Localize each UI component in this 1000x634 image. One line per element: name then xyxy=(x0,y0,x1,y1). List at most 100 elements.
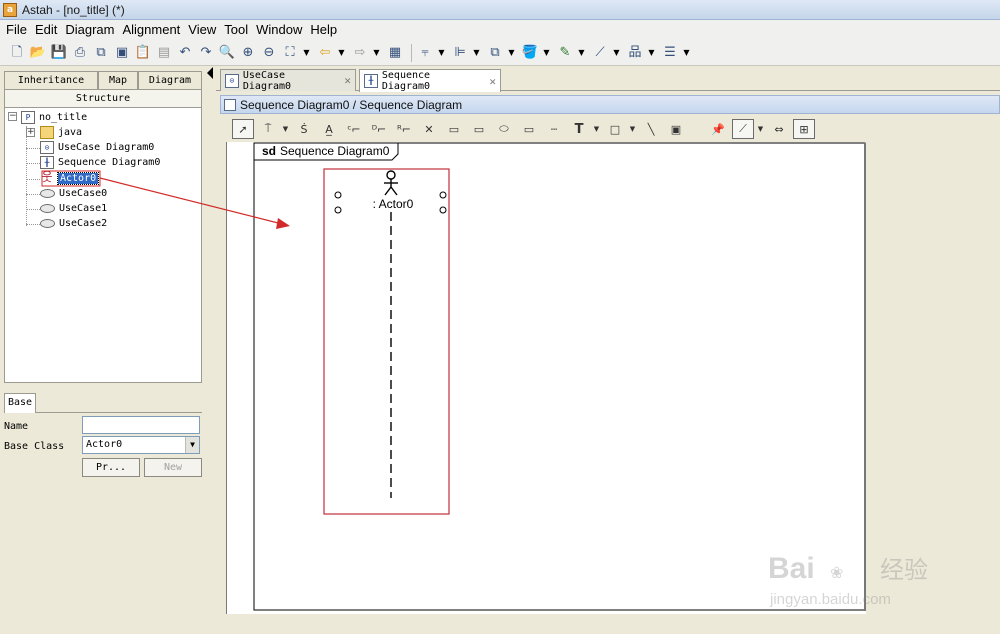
tree-node-usecase-diagram[interactable]: ⊙ UseCase Diagram0 xyxy=(40,140,154,155)
menu-view[interactable]: View xyxy=(184,20,220,40)
line-color-icon[interactable]: ✎ xyxy=(556,44,574,62)
chevron-down-icon[interactable]: ▼ xyxy=(647,44,656,62)
tab-label: UseCase Diagram0 xyxy=(242,69,292,92)
chevron-down-icon[interactable]: ▼ xyxy=(437,44,446,62)
zoom-in-icon[interactable]: ⊕ xyxy=(239,44,257,62)
chevron-down-icon[interactable]: ▼ xyxy=(472,44,481,62)
fragment-icon[interactable]: ▭ xyxy=(443,119,465,139)
menu-diagram[interactable]: Diagram xyxy=(61,20,118,40)
fill-color-icon[interactable]: 🪣 xyxy=(521,44,539,62)
project-icon: P xyxy=(21,111,35,124)
usecase-diagram-icon: ⊙ xyxy=(225,73,239,88)
lifeline-tool-icon[interactable]: ⍑ xyxy=(257,119,279,139)
chevron-down-icon[interactable]: ▼ xyxy=(337,44,346,62)
destroy-message-icon[interactable]: ᴰ⌐ xyxy=(368,119,390,139)
distribute-icon[interactable]: ☰ xyxy=(661,44,679,62)
name-field[interactable] xyxy=(82,416,200,434)
create-message-icon[interactable]: ᶜ⌐ xyxy=(343,119,365,139)
new-button[interactable]: New xyxy=(144,458,202,477)
interaction-use-icon[interactable]: ▭ xyxy=(468,119,490,139)
menu-edit[interactable]: Edit xyxy=(31,20,61,40)
tree-guide xyxy=(26,209,40,210)
menu-file[interactable]: File xyxy=(2,20,31,40)
open-file-icon[interactable]: 📂 xyxy=(29,44,47,62)
state-invariant-icon[interactable]: ⬭ xyxy=(493,119,515,139)
line-style-icon[interactable]: ⟋ xyxy=(591,44,609,62)
tab-sequence-diagram[interactable]: ╫ Sequence Diagram0 ✕ xyxy=(359,69,501,92)
pin-icon[interactable]: 📌 xyxy=(707,119,729,139)
diagram-canvas[interactable] xyxy=(226,142,866,614)
chevron-down-icon[interactable]: ▼ xyxy=(577,44,586,62)
chevron-down-icon[interactable]: ▼ xyxy=(682,44,691,62)
align-top-icon[interactable]: ⫧ xyxy=(416,44,434,62)
close-icon[interactable]: ✕ xyxy=(489,75,496,88)
redo-icon[interactable]: ↷ xyxy=(197,44,215,62)
tab-structure[interactable]: Structure xyxy=(4,89,202,108)
zoom-out-icon[interactable]: ⊖ xyxy=(260,44,278,62)
tree-node-actor[interactable]: 웃 Actor0 xyxy=(40,171,100,186)
menu-window[interactable]: Window xyxy=(252,20,306,40)
save-icon[interactable]: 💾 xyxy=(50,44,68,62)
chevron-down-icon[interactable]: ▼ xyxy=(612,44,621,62)
chevron-down-icon[interactable]: ▼ xyxy=(593,119,600,139)
copy-icon[interactable]: ⧉ xyxy=(92,44,110,62)
text-tool-icon[interactable]: T xyxy=(568,119,590,139)
base-class-select[interactable]: Actor0 ▼ xyxy=(82,436,200,454)
tab-usecase-diagram[interactable]: ⊙ UseCase Diagram0 ✕ xyxy=(220,69,356,92)
close-icon[interactable]: ✕ xyxy=(344,74,351,87)
zoom-icon[interactable]: 🔍 xyxy=(218,44,236,62)
new-file-icon[interactable]: 🗋 xyxy=(8,44,26,62)
tab-inheritance[interactable]: Inheritance xyxy=(4,71,98,89)
chevron-down-icon[interactable]: ▼ xyxy=(282,119,289,139)
tree-layout-icon[interactable]: 品 xyxy=(626,44,644,62)
pr-button[interactable]: Pr... xyxy=(82,458,140,477)
paste-icon[interactable]: 📋 xyxy=(134,44,152,62)
menu-alignment[interactable]: Alignment xyxy=(118,20,184,40)
print-icon[interactable]: ⎙ xyxy=(71,44,89,62)
stop-icon[interactable]: ✕ xyxy=(418,119,440,139)
collapse-icon[interactable]: − xyxy=(8,112,17,121)
tree-guide xyxy=(26,148,40,149)
chevron-down-icon[interactable]: ▼ xyxy=(507,44,516,62)
tab-map[interactable]: Map xyxy=(98,71,138,89)
chevron-down-icon[interactable]: ▼ xyxy=(302,44,311,62)
arrange-icon[interactable]: ⧉ xyxy=(486,44,504,62)
resize-icon[interactable]: ⇔ xyxy=(768,119,790,139)
select-tool-icon[interactable]: ➚ xyxy=(232,119,254,139)
undo-icon[interactable]: ↶ xyxy=(176,44,194,62)
grid-icon[interactable]: ▦ xyxy=(386,44,404,62)
async-message-icon[interactable]: A̲ xyxy=(318,119,340,139)
tree-node-java[interactable]: java xyxy=(40,125,82,140)
chevron-down-icon[interactable]: ▼ xyxy=(629,119,636,139)
tab-base[interactable]: Base xyxy=(4,393,36,413)
forward-arrow-icon[interactable]: ⇨ xyxy=(351,44,369,62)
chevron-down-icon[interactable]: ▼ xyxy=(372,44,381,62)
tree-node-sequence-diagram[interactable]: ╫ Sequence Diagram0 xyxy=(40,155,160,170)
menu-help[interactable]: Help xyxy=(306,20,341,40)
image-tool-icon[interactable]: ▣ xyxy=(665,119,687,139)
rectangle-tool-icon[interactable]: □ xyxy=(604,119,626,139)
tree-node-usecase1[interactable]: UseCase1 xyxy=(40,201,107,216)
chevron-down-icon[interactable]: ▼ xyxy=(185,437,199,453)
align-left-icon[interactable]: ⊫ xyxy=(451,44,469,62)
expand-icon[interactable]: + xyxy=(26,128,35,137)
copy-image-icon[interactable]: ▣ xyxy=(113,44,131,62)
tree-node-usecase2[interactable]: UseCase2 xyxy=(40,216,107,231)
line-mode-icon[interactable]: ⟋ xyxy=(732,119,754,139)
tab-diagram[interactable]: Diagram xyxy=(138,71,202,89)
collapse-left-pane-icon[interactable] xyxy=(207,67,213,79)
back-arrow-icon[interactable]: ⇦ xyxy=(316,44,334,62)
term-icon[interactable]: ▭ xyxy=(518,119,540,139)
chevron-down-icon[interactable]: ▼ xyxy=(542,44,551,62)
reply-message-icon[interactable]: ᴿ⌐ xyxy=(393,119,415,139)
dashed-line-icon[interactable]: ┄ xyxy=(543,119,565,139)
fit-window-icon[interactable]: ⛶ xyxy=(281,44,299,62)
line-tool-icon[interactable]: ╲ xyxy=(640,119,662,139)
menu-tool[interactable]: Tool xyxy=(220,20,252,40)
paste-disabled-icon[interactable]: ▤ xyxy=(155,44,173,62)
tree-node-root[interactable]: P no_title xyxy=(21,110,87,125)
sync-message-icon[interactable]: Ṡ xyxy=(293,119,315,139)
properties-icon[interactable]: ⊞ xyxy=(793,119,815,139)
chevron-down-icon[interactable]: ▼ xyxy=(757,119,764,139)
tree-node-usecase0[interactable]: UseCase0 xyxy=(40,186,107,201)
